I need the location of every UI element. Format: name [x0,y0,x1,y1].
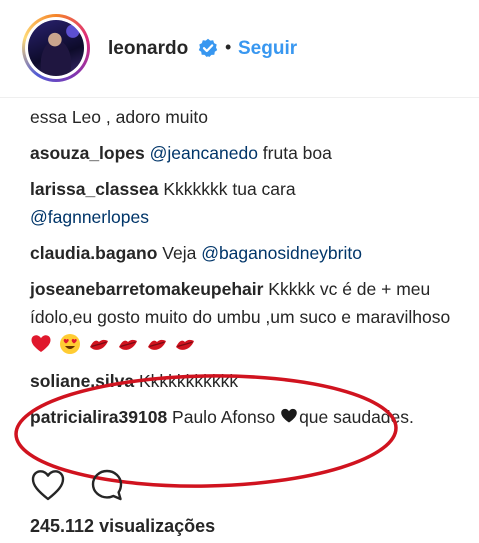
comment-item: claudia.bagano Veja @baganosidneybrito [30,239,470,267]
comment-item: asouza_lopes @jeancanedo fruta boa [30,139,470,167]
comment-username[interactable]: patricialira39108 [30,407,167,427]
verified-badge-icon [198,38,218,57]
comment-username[interactable]: larissa_classea [30,179,158,199]
separator-dot: • [225,37,232,57]
lips-emoji-icon [118,339,137,350]
lips-emoji-icon [176,339,195,350]
comment-item: joseanebarretomakeupehair Kkkkk vc é de … [30,275,470,359]
comment-text: Veja [157,243,202,263]
post-header: leonardo • Seguir [0,0,479,98]
comment-text: Kkkkkkk tua cara [158,179,296,199]
comment-username[interactable]: asouza_lopes [30,143,145,163]
follow-button[interactable]: Seguir [238,38,297,60]
lips-emoji-icon [89,339,108,350]
comment-username[interactable]: joseanebarretomakeupehair [30,279,263,299]
heart-eyes-emoji-icon [59,334,80,354]
comment-text: fruta boa [257,143,332,163]
red-heart-emoji-icon [31,335,51,352]
comment-mention[interactable]: @jeancanedo [150,143,258,163]
comment-text: Paulo Afonso [167,407,281,427]
comment-text: Kkkkkkkkkkk [134,371,239,391]
comment-username[interactable]: soliane.silva [30,371,134,391]
heart-icon[interactable] [30,468,66,502]
comment-text: essa Leo , adoro muito [30,107,209,127]
avatar-image [28,20,84,76]
comment-text: que saudades. [299,407,414,427]
avatar[interactable] [22,14,90,82]
emoji-row [30,334,198,355]
comment-mention[interactable]: @baganosidneybrito [201,243,362,263]
lips-emoji-icon [147,339,166,350]
comment-bubble-icon[interactable] [90,468,124,502]
comments-list: asouza_lopes @jeancanedo fruta boa laris… [30,139,470,439]
black-heart-emoji-icon [281,408,297,423]
comment-item: larissa_classea Kkkkkkk tua cara @fagnne… [30,175,470,231]
view-count: 245.112 visualizações [30,516,216,536]
username-link[interactable]: leonardo [108,38,188,60]
comment-item: soliane.silva Kkkkkkkkkkk [30,367,470,395]
comment-item-highlighted: patricialira39108 Paulo Afonso que sauda… [30,403,470,431]
comment-mention[interactable]: @fagnnerlopes [30,207,149,227]
comment-username[interactable]: claudia.bagano [30,243,157,263]
